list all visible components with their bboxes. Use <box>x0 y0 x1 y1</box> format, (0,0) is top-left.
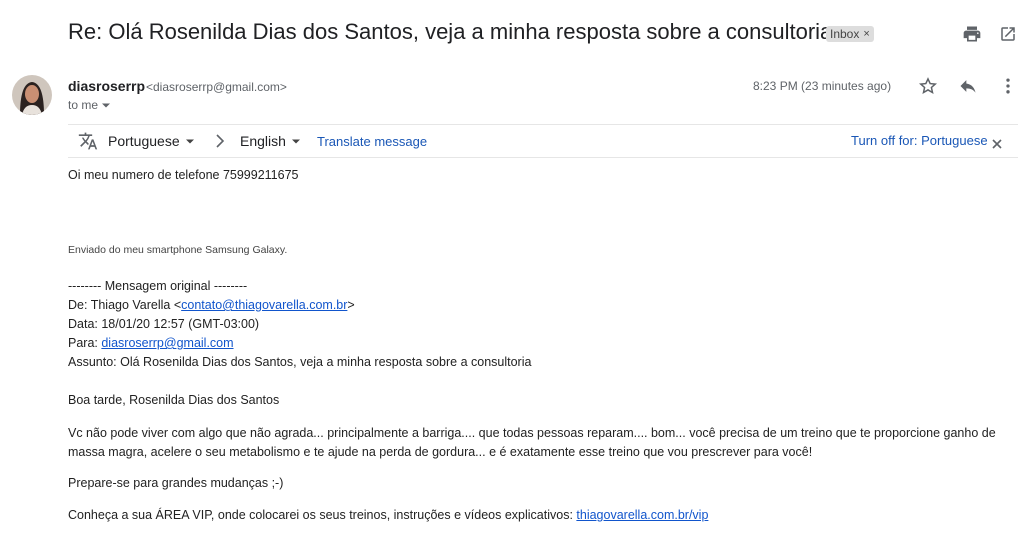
star-icon[interactable] <box>917 75 939 97</box>
vip-link[interactable]: thiagovarella.com.br/vip <box>576 508 708 522</box>
sender-avatar[interactable] <box>12 75 52 115</box>
inbox-label-text: Inbox <box>830 27 860 41</box>
target-language-dropdown[interactable]: English <box>240 133 300 149</box>
translate-bar-divider-top <box>68 124 1018 125</box>
more-vert-icon[interactable] <box>997 75 1019 97</box>
close-translate-bar-icon[interactable] <box>992 136 1002 154</box>
remove-label-icon[interactable]: × <box>863 28 869 40</box>
paragraph-main: Vc não pode viver com algo que não agrad… <box>68 426 996 459</box>
original-from: De: Thiago Varella <contato@thiagovarell… <box>68 298 355 312</box>
to-me-label: to me <box>68 98 99 112</box>
open-in-new-window-icon[interactable] <box>998 24 1018 44</box>
sender-email: <diasroserrp@gmail.com> <box>146 80 287 94</box>
turn-off-translation-link[interactable]: Turn off for: Portuguese <box>851 133 988 148</box>
chevron-down-icon <box>102 103 111 107</box>
original-from-email-link[interactable]: contato@thiagovarella.com.br <box>181 298 347 312</box>
sender-name[interactable]: diasroserrp <box>68 78 145 94</box>
paragraph-vip: Conheça a sua ÁREA VIP, onde colocarei o… <box>68 508 708 522</box>
message-line: Oi meu numero de telefone 75999211675 <box>68 168 299 182</box>
print-icon[interactable] <box>962 24 982 44</box>
original-subject: Assunto: Olá Rosenilda Dias dos Santos, … <box>68 355 532 369</box>
reply-icon[interactable] <box>957 75 979 97</box>
original-to-label: Para: <box>68 336 102 350</box>
recipients-dropdown[interactable]: to me <box>68 98 111 112</box>
original-date: Data: 18/01/20 12:57 (GMT-03:00) <box>68 317 260 331</box>
original-to: Para: diasroserrp@gmail.com <box>68 336 234 350</box>
email-subject: Re: Olá Rosenilda Dias dos Santos, veja … <box>68 19 833 44</box>
source-language-dropdown[interactable]: Portuguese <box>108 133 194 149</box>
original-from-end: > <box>347 298 355 312</box>
signature: Enviado do meu smartphone Samsung Galaxy… <box>68 244 288 256</box>
translate-message-link[interactable]: Translate message <box>317 134 427 149</box>
target-language-label: English <box>240 133 286 149</box>
vip-text: Conheça a sua ÁREA VIP, onde colocarei o… <box>68 508 577 522</box>
greeting: Boa tarde, Rosenilda Dias dos Santos <box>68 393 280 407</box>
chevron-down-icon <box>291 139 300 143</box>
original-from-label: De: Thiago Varella < <box>68 298 182 312</box>
translate-icon <box>78 131 98 156</box>
translate-bar-divider-bottom <box>68 157 1018 158</box>
original-message-header: -------- Mensagem original -------- <box>68 279 248 293</box>
chevron-right-icon <box>215 134 225 153</box>
inbox-label-chip[interactable]: Inbox × <box>826 26 874 42</box>
message-time: 8:23 PM (23 minutes ago) <box>753 79 892 93</box>
chevron-down-icon <box>185 139 194 143</box>
source-language-label: Portuguese <box>108 133 180 149</box>
paragraph-prepare: Prepare-se para grandes mudanças ;-) <box>68 476 284 490</box>
original-to-email-link[interactable]: diasroserrp@gmail.com <box>101 336 233 350</box>
